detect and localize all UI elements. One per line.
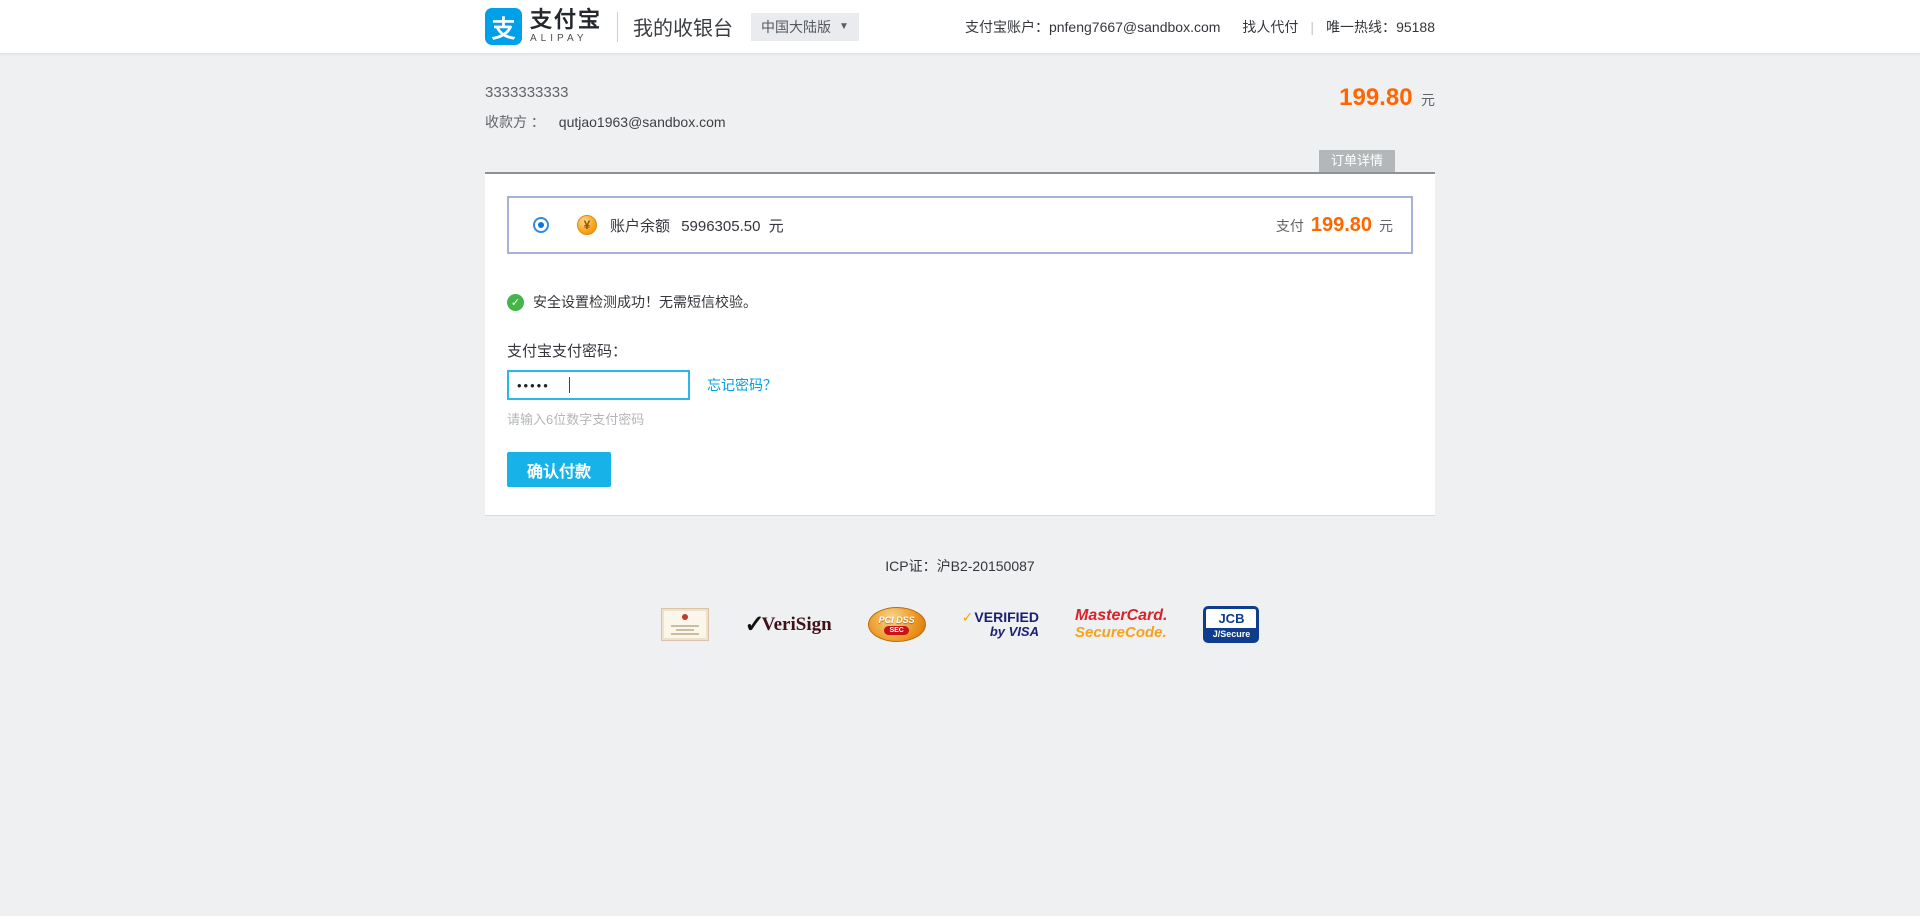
brand-divider xyxy=(617,11,619,42)
payee-value: qutjao1963@sandbox.com xyxy=(558,114,726,130)
balance-currency: 元 xyxy=(768,217,784,235)
balance-value: 5996305.50 xyxy=(681,217,761,235)
brand: 支 支付宝 ALIPAY 我的收银台 中国大陆版 ▼ xyxy=(485,8,859,45)
chevron-down-icon: ▼ xyxy=(839,21,849,32)
coin-icon: ¥ xyxy=(577,215,597,235)
page-title: 我的收银台 xyxy=(633,18,734,40)
verified-by-visa-logo: ✓ VERIFIED by VISA xyxy=(961,608,1039,640)
business-license-logo xyxy=(660,608,709,641)
check-circle-icon: ✓ xyxy=(507,293,524,311)
brand-name-en: ALIPAY xyxy=(530,33,588,44)
alipay-logo-icon: 支 xyxy=(485,8,522,45)
header-separator: | xyxy=(1310,18,1315,35)
security-logos: ✓ VeriSign PCI DSS SEC ✓ VERIFIED by VIS… xyxy=(0,606,1920,643)
security-notice-text: 安全设置检测成功！无需短信校验。 xyxy=(533,294,757,310)
region-selector-label: 中国大陆版 xyxy=(761,18,832,35)
payment-password-label: 支付宝支付密码： xyxy=(507,343,628,360)
icp-label: ICP证： xyxy=(885,558,937,574)
header-account-area: 支付宝账户： pnfeng7667@sandbox.com 找人代付 | 唯一热… xyxy=(965,17,1435,37)
payment-method-balance[interactable]: ¥ 账户余额 5996305.50 元 支付 199.80 元 xyxy=(507,196,1413,254)
balance-radio[interactable] xyxy=(533,217,549,233)
order-amount-currency: 元 xyxy=(1421,92,1435,108)
icp-license: ICP证：沪B2-20150087 xyxy=(0,556,1920,576)
jcb-jsecure-logo: JCB J/Secure xyxy=(1203,606,1260,643)
balance-label: 账户余额 xyxy=(610,217,671,235)
region-selector[interactable]: 中国大陆版 ▼ xyxy=(751,12,859,41)
payee-label: 收款方 ： xyxy=(485,114,545,130)
order-amount: 199.80 元 xyxy=(1339,84,1435,132)
mastercard-securecode-logo: MasterCard. SecureCode. xyxy=(1074,607,1168,642)
account-value: pnfeng7667@sandbox.com xyxy=(1048,18,1221,35)
pci-dss-logo: PCI DSS SEC xyxy=(867,607,926,642)
account-label: 支付宝账户： xyxy=(964,18,1049,35)
security-notice: ✓ 安全设置检测成功！无需短信校验。 xyxy=(507,292,1413,312)
pay-amount: 199.80 xyxy=(1310,213,1372,236)
hotline-label: 唯一热线： xyxy=(1326,18,1397,35)
forgot-password-link[interactable]: 忘记密码？ xyxy=(707,375,777,395)
payment-password-input[interactable] xyxy=(507,370,690,400)
order-details-tab[interactable]: 订单详情 xyxy=(1318,150,1395,172)
order-number: 3333333333 xyxy=(485,84,569,101)
pay-currency: 元 xyxy=(1379,217,1393,234)
pay-for-other-link[interactable]: 找人代付 xyxy=(1242,17,1298,37)
confirm-payment-button[interactable]: 确认付款 xyxy=(507,452,611,487)
password-hint: 请输入6位数字支付密码 xyxy=(507,412,645,427)
hotline-value: 95188 xyxy=(1396,18,1435,35)
header: 支 支付宝 ALIPAY 我的收银台 中国大陆版 ▼ 支付宝账户： pnfeng… xyxy=(0,0,1920,54)
brand-name-cn: 支付宝 xyxy=(530,7,603,32)
order-summary: 3333333333 收款方 ： qutjao1963@sandbox.com … xyxy=(485,54,1435,132)
license-seal-icon xyxy=(681,614,688,620)
alipay-cashier-page: 支 支付宝 ALIPAY 我的收银台 中国大陆版 ▼ 支付宝账户： pnfeng… xyxy=(0,0,1920,916)
verisign-logo: ✓ VeriSign xyxy=(744,612,832,638)
payment-panel: 订单详情 ¥ 账户余额 5996305.50 元 支付 199.80 元 ✓ 安… xyxy=(485,150,1435,516)
footer: ICP证：沪B2-20150087 ✓ VeriSign PCI DSS SEC… xyxy=(0,556,1920,643)
visa-check-icon: ✓ xyxy=(961,608,974,625)
pay-label: 支付 xyxy=(1275,217,1304,234)
icp-value: 沪B2-20150087 xyxy=(936,558,1035,574)
order-amount-value: 199.80 xyxy=(1339,84,1413,111)
text-cursor xyxy=(569,377,570,393)
